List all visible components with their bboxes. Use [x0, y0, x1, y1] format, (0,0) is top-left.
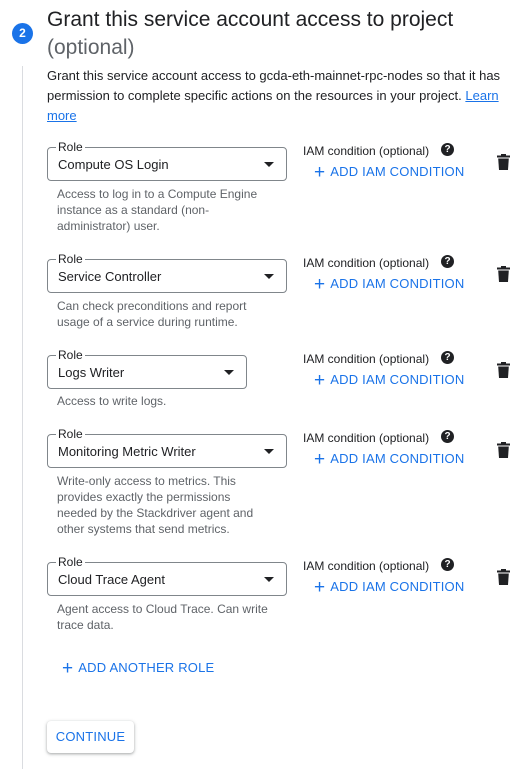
caret-down-icon [264, 577, 274, 582]
trash-icon[interactable] [497, 362, 510, 378]
role-field-label: Role [56, 427, 85, 441]
role-select-cloud-trace-agent[interactable]: Role Cloud Trace Agent [47, 555, 287, 596]
role-select-logs-writer[interactable]: Role Logs Writer [47, 348, 247, 389]
caret-down-icon [264, 162, 274, 167]
iam-condition-label: IAM condition (optional) [303, 144, 430, 158]
iam-condition-label: IAM condition (optional) [303, 352, 430, 366]
plus-icon: + [314, 274, 326, 295]
step-description: Grant this service account access to gcd… [47, 66, 515, 126]
add-iam-condition-button[interactable]: + ADD IAM CONDITION [314, 370, 465, 391]
add-iam-condition-button[interactable]: + ADD IAM CONDITION [314, 162, 465, 183]
role-select-value: Cloud Trace Agent [58, 572, 165, 587]
add-iam-condition-label: ADD IAM CONDITION [330, 372, 465, 387]
role-hint: Agent access to Cloud Trace. Can write t… [57, 602, 268, 632]
add-iam-condition-button[interactable]: + ADD IAM CONDITION [314, 274, 465, 295]
step-number-badge: 2 [12, 23, 33, 44]
role-select-value: Compute OS Login [58, 157, 169, 172]
add-another-role-label: ADD ANOTHER ROLE [78, 660, 215, 675]
help-icon[interactable]: ? [441, 430, 454, 443]
iam-condition-label: IAM condition (optional) [303, 256, 430, 270]
trash-icon[interactable] [497, 154, 510, 170]
role-hint: Access to log in to a Compute Engine ins… [57, 187, 258, 233]
step-title: Grant this service account access to pro… [47, 6, 527, 62]
description-text: Grant this service account access to gcd… [47, 68, 501, 103]
add-iam-condition-label: ADD IAM CONDITION [330, 276, 465, 291]
add-iam-condition-label: ADD IAM CONDITION [330, 164, 465, 179]
iam-condition-label: IAM condition (optional) [303, 431, 430, 445]
role-field-label: Role [56, 555, 85, 569]
step-rail-divider [22, 66, 23, 769]
role-select-monitoring-metric-writer[interactable]: Role Monitoring Metric Writer [47, 427, 287, 468]
role-hint: Access to write logs. [57, 394, 167, 408]
role-select-value: Service Controller [58, 269, 162, 284]
plus-icon: + [314, 577, 326, 598]
add-iam-condition-label: ADD IAM CONDITION [330, 451, 465, 466]
caret-down-icon [264, 449, 274, 454]
role-field-label: Role [56, 348, 85, 362]
role-field-label: Role [56, 252, 85, 266]
role-hint: Can check preconditions and report usage… [57, 299, 247, 329]
trash-icon[interactable] [497, 442, 510, 458]
plus-icon: + [62, 658, 74, 679]
role-select-service-controller[interactable]: Role Service Controller [47, 252, 287, 293]
add-iam-condition-button[interactable]: + ADD IAM CONDITION [314, 577, 465, 598]
help-icon[interactable]: ? [441, 143, 454, 156]
continue-button[interactable]: CONTINUE [47, 721, 134, 753]
trash-icon[interactable] [497, 266, 510, 282]
role-select-compute-os-login[interactable]: Role Compute OS Login [47, 140, 287, 181]
help-icon[interactable]: ? [441, 558, 454, 571]
help-icon[interactable]: ? [441, 255, 454, 268]
role-select-value: Logs Writer [58, 365, 125, 380]
role-hint: Write-only access to metrics. This provi… [57, 474, 254, 536]
plus-icon: + [314, 162, 326, 183]
role-field-label: Role [56, 140, 85, 154]
caret-down-icon [224, 370, 234, 375]
plus-icon: + [314, 370, 326, 391]
add-iam-condition-label: ADD IAM CONDITION [330, 579, 465, 594]
trash-icon[interactable] [497, 569, 510, 585]
add-iam-condition-button[interactable]: + ADD IAM CONDITION [314, 449, 465, 470]
help-icon[interactable]: ? [441, 351, 454, 364]
step-title-optional: (optional) [47, 36, 135, 59]
role-select-value: Monitoring Metric Writer [58, 444, 196, 459]
plus-icon: + [314, 449, 326, 470]
step-title-text: Grant this service account access to pro… [47, 8, 454, 31]
iam-condition-label: IAM condition (optional) [303, 559, 430, 573]
caret-down-icon [264, 274, 274, 279]
add-another-role-button[interactable]: + ADD ANOTHER ROLE [62, 658, 215, 679]
